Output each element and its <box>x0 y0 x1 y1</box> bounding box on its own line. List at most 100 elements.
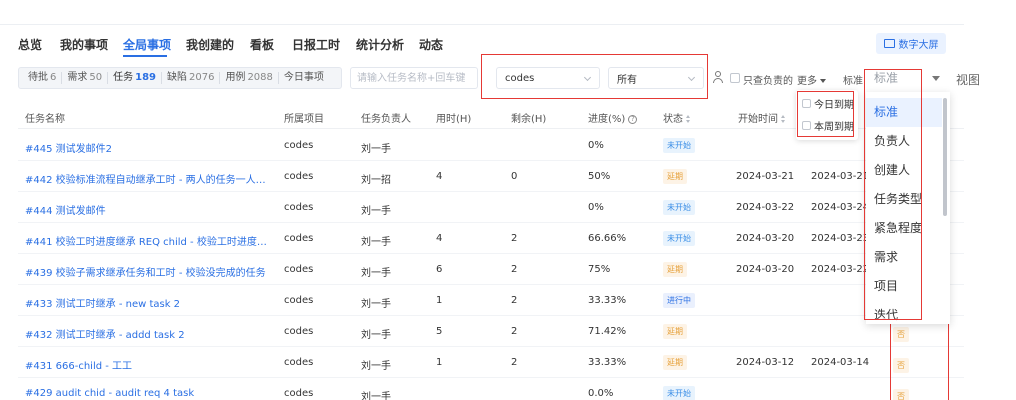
only-mine-checkbox[interactable] <box>730 73 740 83</box>
view-label: 视图 <box>956 73 981 87</box>
used-hours-cell: 6 <box>436 264 443 275</box>
only-mine-label: 只查负责的 <box>743 76 793 87</box>
item-type-filter: 待批 6 需求 50 任务 189 缺陷 2076 用例 2088 今日事项 <box>18 67 342 89</box>
used-hours-cell: 4 <box>436 171 443 182</box>
owner-cell: 刘一手 <box>361 392 391 400</box>
table-row[interactable]: #432 测试工时继承 - addd task 2 codes 刘一手 5 2 71.42… <box>18 316 964 347</box>
start-time-cell: 2024-03-21 <box>736 171 795 182</box>
remaining-hours-cell: 0 <box>511 171 518 182</box>
header-progress[interactable]: 进度(%)? <box>588 110 638 125</box>
project-select-value: codes <box>505 72 535 84</box>
header-progress-label: 进度(%) <box>588 114 626 125</box>
view-option-task-type[interactable]: 任务类型 <box>866 185 942 214</box>
tab-statistics[interactable]: 统计分析 <box>356 36 404 53</box>
tab-board[interactable]: 看板 <box>250 36 274 53</box>
start-time-cell: 2024-03-12 <box>736 357 795 368</box>
remaining-hours-cell: 2 <box>511 264 518 275</box>
view-option-standard[interactable]: 标准 <box>866 98 942 127</box>
tab-created-by-me[interactable]: 我创建的 <box>186 36 234 53</box>
owner-cell: 刘一手 <box>361 237 391 248</box>
status-badge: 未开始 <box>663 200 695 215</box>
more-filter-label: 更多 <box>797 76 817 87</box>
more-filter-dropdown[interactable]: 更多 <box>797 72 826 87</box>
task-name-link[interactable]: #445 测试发邮件2 <box>25 140 275 155</box>
owner-cell: 刘一招 <box>361 175 391 186</box>
header-remaining-hours: 剩余(H) <box>511 114 547 125</box>
header-status[interactable]: 状态 <box>663 110 691 125</box>
active-tab-indicator <box>123 55 167 57</box>
status-badge: 延期 <box>663 324 687 339</box>
view-option-urgency[interactable]: 紧急程度 <box>866 214 942 243</box>
table-row[interactable]: #431 666-child - 工工 codes 刘一手 1 2 33.33% 2024-… <box>18 347 964 378</box>
dropdown-scrollbar[interactable] <box>943 98 947 216</box>
segment-defects[interactable]: 缺陷 2076 <box>162 72 221 84</box>
project-cell: codes <box>284 264 314 275</box>
view-option-iteration[interactable]: 迭代 <box>866 301 942 324</box>
table-row[interactable]: #433 测试工时继承 - new task 2 codes 刘一手 1 2 33.33%… <box>18 285 964 316</box>
remaining-hours-cell: 2 <box>511 326 518 337</box>
task-name-link[interactable]: #429 audit chid - audit req 4 task <box>25 388 275 399</box>
view-select[interactable]: 标准 <box>866 67 950 89</box>
end-time-cell: 2024-03-14 <box>811 357 870 368</box>
tab-activity[interactable]: 动态 <box>419 36 443 53</box>
view-option-creator[interactable]: 创建人 <box>866 156 942 185</box>
end-time-cell: 2024-03-24 <box>811 202 870 213</box>
tab-daily-hours[interactable]: 日报工时 <box>292 36 340 53</box>
remaining-hours-cell: 2 <box>511 357 518 368</box>
task-name-link[interactable]: #441 校验工时进度继承 REQ child - 校验工时进度继承 ... <box>25 233 275 248</box>
segment-test-cases[interactable]: 用例 2088 <box>220 72 279 84</box>
table-row[interactable]: #439 校验子需求继承任务和工时 - 校验没完成的任务 codes 刘一手 6 2 75… <box>18 254 964 285</box>
help-icon[interactable]: ? <box>628 114 638 124</box>
status-badge: 未开始 <box>663 386 695 400</box>
view-select-value: 标准 <box>874 71 899 85</box>
due-this-week-checkbox[interactable] <box>802 121 811 130</box>
status-select-value: 所有 <box>617 74 637 86</box>
caret-down-icon <box>820 79 826 83</box>
task-search-input[interactable] <box>350 67 478 89</box>
task-name-link[interactable]: #431 666-child - 工工 <box>25 357 275 372</box>
table-row[interactable]: #429 audit chid - audit req 4 task codes 刘… <box>18 378 964 400</box>
segment-tasks[interactable]: 任务 189 <box>108 72 162 84</box>
caret-down-icon <box>932 76 940 81</box>
owner-cell: 刘一手 <box>361 144 391 155</box>
extra-col-badge: 否 <box>893 358 909 373</box>
task-name-link[interactable]: #444 测试发邮件 <box>25 202 275 217</box>
table-row[interactable]: #444 测试发邮件 codes 刘一手 0% 2024-03-22 2024-03-24… <box>18 192 964 223</box>
due-today-option[interactable]: 今日到期 <box>802 96 854 111</box>
segment-pending[interactable]: 待批 6 <box>23 72 63 84</box>
task-name-link[interactable]: #433 测试工时继承 - new task 2 <box>25 295 275 310</box>
digital-screen-label: 数字大屏 <box>898 40 939 51</box>
used-hours-cell: 1 <box>436 357 443 368</box>
project-cell: codes <box>284 140 314 151</box>
task-name-link[interactable]: #439 校验子需求继承任务和工时 - 校验没完成的任务 <box>25 264 275 279</box>
view-dropdown-menu: 标准 负责人 创建人 任务类型 紧急程度 需求 项目 迭代 <box>866 92 950 324</box>
tab-global-items[interactable]: 全局事项 <box>123 36 171 53</box>
segment-requirements[interactable]: 需求 50 <box>62 72 109 84</box>
digital-screen-button[interactable]: 数字大屏 <box>876 33 946 54</box>
header-start-time[interactable]: 开始时间 <box>738 110 786 125</box>
view-option-owner[interactable]: 负责人 <box>866 127 942 156</box>
due-this-week-option[interactable]: 本周到期 <box>802 118 854 133</box>
view-option-requirement[interactable]: 需求 <box>866 243 942 272</box>
tab-overview[interactable]: 总览 <box>18 36 42 53</box>
header-task-name: 任务名称 <box>25 114 65 125</box>
extra-col-badge: 否 <box>893 327 909 342</box>
header-project: 所属项目 <box>284 114 324 125</box>
due-today-checkbox[interactable] <box>802 99 811 108</box>
end-time-cell: 2024-03-23 <box>811 233 870 244</box>
status-badge: 延期 <box>663 262 687 277</box>
project-cell: codes <box>284 171 314 182</box>
view-option-project[interactable]: 项目 <box>866 272 942 301</box>
task-name-link[interactable]: #442 校验标准流程自动继承工时 - 两人的任务一人填工时 <box>25 171 275 186</box>
due-date-popup: 今日到期 本周到期 <box>796 90 858 140</box>
segment-today[interactable]: 今日事项 <box>279 72 329 84</box>
header-start-label: 开始时间 <box>738 114 778 125</box>
chevron-down-icon <box>583 73 592 82</box>
table-row[interactable]: #441 校验工时进度继承 REQ child - 校验工时进度继承 ... co… <box>18 223 964 254</box>
task-name-link[interactable]: #432 测试工时继承 - addd task 2 <box>25 326 275 341</box>
progress-cell: 75% <box>588 264 611 275</box>
project-select[interactable]: codes <box>496 67 600 89</box>
table-row[interactable]: #442 校验标准流程自动继承工时 - 两人的任务一人填工时 codes 刘一招 4 0… <box>18 161 964 192</box>
status-select[interactable]: 所有 <box>608 67 704 89</box>
tab-my-items[interactable]: 我的事项 <box>60 36 108 53</box>
